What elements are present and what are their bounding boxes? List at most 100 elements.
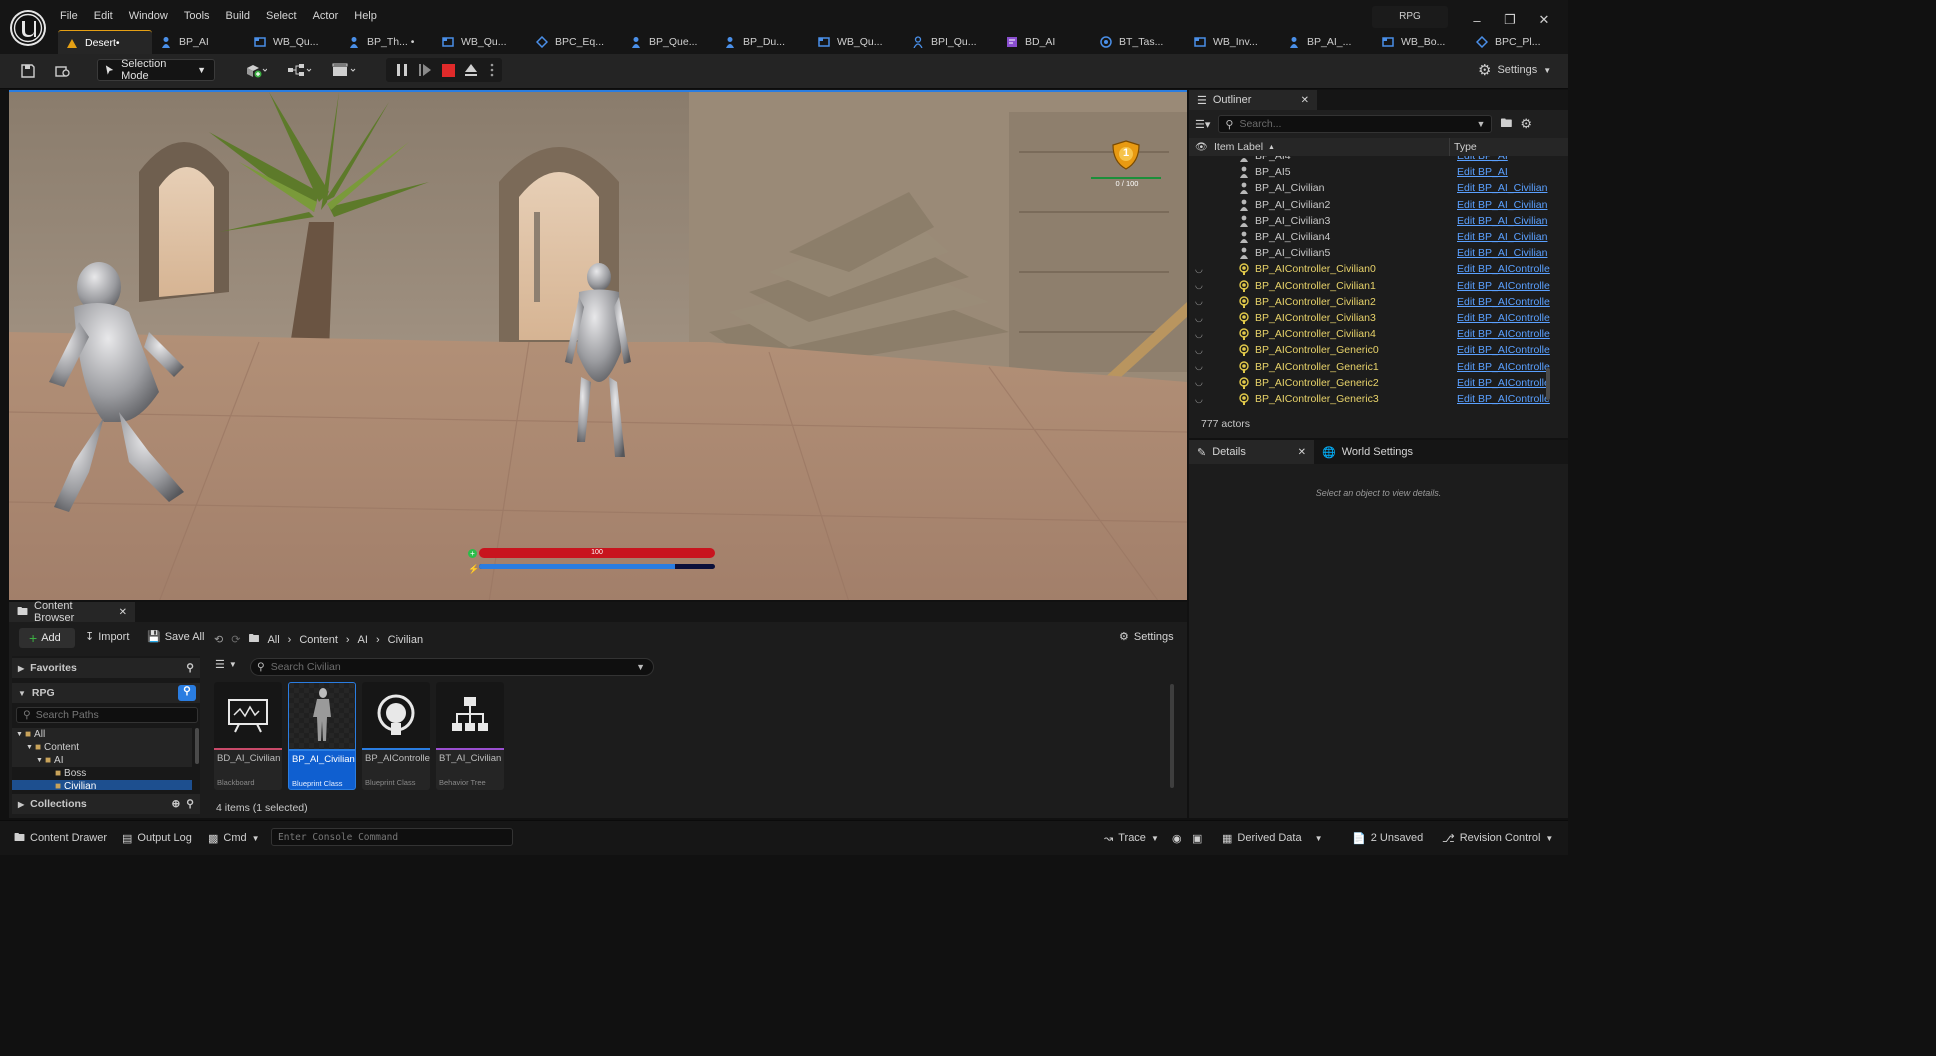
import-button[interactable]: ↧ Import	[85, 630, 129, 644]
outliner-edit-link[interactable]: Edit BP_AI_Civilian	[1457, 247, 1547, 259]
outliner-row[interactable]: BP_AI5 Edit BP_AI	[1189, 164, 1546, 180]
asset-tile-selected[interactable]: BP_AI_Civilian Blueprint Class	[288, 682, 356, 790]
chevron-down-icon[interactable]: ▼	[36, 757, 45, 764]
outliner-search-input[interactable]: ⚲ Search... ▼	[1218, 115, 1493, 133]
visibility-toggle-icon[interactable]: ◡	[1195, 329, 1203, 340]
outliner-edit-link[interactable]: Edit BP_AIControlle	[1457, 344, 1550, 356]
visibility-eye-icon[interactable]: 👁	[1195, 142, 1208, 153]
tab-bd-ai[interactable]: BD_AI	[998, 30, 1092, 54]
outliner-edit-link[interactable]: Edit BP_AI_Civilian	[1457, 215, 1547, 227]
forward-icon[interactable]: ⟳	[231, 633, 240, 646]
settings-button[interactable]: ⚙ Settings ▼	[1474, 58, 1555, 82]
outliner-row[interactable]: BP_AI4 Edit BP_AI	[1189, 156, 1546, 164]
visibility-toggle-icon[interactable]: ◡	[1195, 313, 1203, 324]
tab-wb-inv[interactable]: WB_Inv...	[1186, 30, 1280, 54]
folder-tree-item[interactable]: ■ Civilian	[12, 780, 192, 790]
cb-settings-button[interactable]: ⚙ Settings	[1119, 630, 1174, 644]
menu-help[interactable]: Help	[346, 6, 385, 26]
breadcrumb-content[interactable]: Content	[299, 634, 338, 646]
eject-icon[interactable]	[461, 58, 481, 82]
add-actor-button[interactable]	[240, 58, 272, 82]
menu-file[interactable]: File	[52, 6, 86, 26]
outliner-row[interactable]: ◡ BP_AIController_Generic0 Edit BP_AIContr…	[1189, 342, 1550, 358]
output-log-button[interactable]: ▤ Output Log	[122, 829, 192, 847]
console-input[interactable]: Enter Console Command	[271, 828, 513, 846]
selection-mode-dropdown[interactable]: Selection Mode ▼	[97, 58, 215, 82]
browse-level-icon[interactable]	[52, 59, 74, 83]
level-viewport[interactable]: 1 0 / 100 + 100 ⚡	[9, 90, 1187, 600]
outliner-row[interactable]: ◡ BP_AIController_Generic2 Edit BP_AIContr…	[1189, 375, 1550, 391]
close-icon[interactable]: ✕	[1301, 95, 1309, 106]
outliner-row[interactable]: BP_AI_Civilian5 Edit BP_AI_Civilian	[1189, 245, 1547, 261]
asset-filter-button[interactable]: ☰ ▼	[215, 658, 237, 671]
asset-tile[interactable]: BT_AI_Civilian Behavior Tree	[436, 682, 504, 790]
tab-wb-bo[interactable]: WB_Bo...	[1374, 30, 1468, 54]
revision-control-button[interactable]: ⎇ Revision Control ▼	[1442, 829, 1553, 847]
save-icon[interactable]	[18, 59, 38, 83]
menu-build[interactable]: Build	[218, 6, 258, 26]
rpg-section[interactable]: ▼ RPG ⚲	[12, 683, 200, 703]
folder-tree-item[interactable]: ■ Boss	[12, 767, 192, 780]
outliner-edit-link[interactable]: Edit BP_AIControlle	[1457, 328, 1550, 340]
screenshot-icon[interactable]: ▣	[1192, 829, 1202, 847]
minimize-button[interactable]: –	[1462, 8, 1492, 32]
tab-bp-ai[interactable]: BP_AI	[152, 30, 246, 54]
outliner-edit-link[interactable]: Edit BP_AI_Civilian	[1457, 231, 1547, 243]
chevron-down-icon[interactable]: ▼	[26, 744, 35, 751]
visibility-toggle-icon[interactable]: ◡	[1195, 361, 1203, 372]
tab-bpc-pl[interactable]: BPC_Pl...	[1468, 30, 1562, 54]
outliner-edit-link[interactable]: Edit BP_AI_Civilian	[1457, 182, 1547, 194]
outliner-edit-link[interactable]: Edit BP_AI_Civilian	[1457, 199, 1547, 211]
menu-tools[interactable]: Tools	[176, 6, 218, 26]
favorites-section[interactable]: ▶ Favorites ⚲	[12, 658, 200, 678]
breadcrumb-civilian[interactable]: Civilian	[388, 634, 423, 646]
outliner-row[interactable]: ◡ BP_AIController_Civilian3 Edit BP_AICont…	[1189, 310, 1550, 326]
tab-wb-qu-3[interactable]: WB_Qu...	[810, 30, 904, 54]
tab-bpc-eq[interactable]: BPC_Eq...	[528, 30, 622, 54]
tree-scrollbar[interactable]	[195, 728, 199, 764]
folder-tree-item[interactable]: ▼ ■ AI	[12, 754, 192, 767]
blueprints-button[interactable]	[284, 58, 316, 82]
restore-button[interactable]: ❐	[1495, 8, 1525, 32]
unsaved-button[interactable]: 📄 2 Unsaved	[1352, 829, 1423, 847]
collections-section[interactable]: ▶ Collections ⊕ ⚲	[12, 794, 200, 814]
outliner-edit-link[interactable]: Edit BP_AIControlle	[1457, 263, 1550, 275]
cinematics-button[interactable]	[328, 58, 360, 82]
chevron-down-icon[interactable]: ▼	[16, 731, 25, 738]
asset-search-input[interactable]: ⚲ Search Civilian ▼	[250, 658, 654, 676]
menu-actor[interactable]: Actor	[305, 6, 347, 26]
outliner-row[interactable]: BP_AI_Civilian3 Edit BP_AI_Civilian	[1189, 213, 1547, 229]
outliner-edit-link[interactable]: Edit BP_AIControlle	[1457, 312, 1550, 324]
gear-icon[interactable]: ⚙	[1520, 116, 1532, 132]
outliner-edit-link[interactable]: Edit BP_AIControlle	[1457, 296, 1550, 308]
visibility-toggle-icon[interactable]: ◡	[1195, 264, 1203, 275]
outliner-row[interactable]: ◡ BP_AIController_Generic3 Edit BP_AIContr…	[1189, 391, 1550, 406]
add-collection-icon[interactable]: ⊕	[171, 798, 180, 810]
pause-icon[interactable]	[392, 58, 412, 82]
outliner-row[interactable]: BP_AI_Civilian Edit BP_AI_Civilian	[1189, 180, 1547, 196]
close-icon[interactable]: ✕	[119, 607, 127, 618]
menu-edit[interactable]: Edit	[86, 6, 121, 26]
outliner-edit-link[interactable]: Edit BP_AIControlle	[1457, 377, 1550, 389]
cmd-dropdown[interactable]: ▩ Cmd ▼	[208, 829, 260, 847]
search-icon[interactable]: ⚲	[186, 662, 194, 674]
content-drawer-button[interactable]: 🖿 Content Drawer	[14, 829, 107, 847]
menu-select[interactable]: Select	[258, 6, 305, 26]
back-icon[interactable]: ⟲	[214, 633, 223, 646]
save-all-button[interactable]: 💾 Save All	[147, 630, 204, 644]
record-icon[interactable]: ◉	[1172, 829, 1182, 847]
breadcrumb-ai[interactable]: AI	[358, 634, 368, 646]
tab-bp-du[interactable]: BP_Du...	[716, 30, 810, 54]
outliner-row[interactable]: ◡ BP_AIController_Generic1 Edit BP_AIContr…	[1189, 359, 1550, 375]
tab-wb-qu-2[interactable]: WB_Qu...	[434, 30, 528, 54]
visibility-toggle-icon[interactable]: ◡	[1195, 280, 1203, 291]
folder-tree-item[interactable]: ▼ ■ Content	[12, 741, 192, 754]
search-paths-input[interactable]: ⚲ Search Paths	[16, 707, 198, 723]
outliner-row[interactable]: BP_AI_Civilian2 Edit BP_AI_Civilian	[1189, 197, 1547, 213]
outliner-row[interactable]: ◡ BP_AIController_Civilian2 Edit BP_AICont…	[1189, 294, 1550, 310]
close-window-button[interactable]: ✕	[1529, 8, 1559, 32]
tab-details[interactable]: ✎ Details ✕	[1189, 440, 1314, 464]
search-icon[interactable]: ⚲	[178, 685, 196, 701]
add-button[interactable]: + Add	[19, 628, 75, 648]
tab-wb-qu-1[interactable]: WB_Qu...	[246, 30, 340, 54]
